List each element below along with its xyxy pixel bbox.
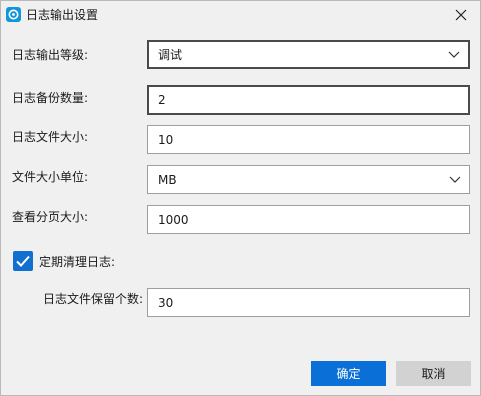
file-size-label: 日志文件大小:: [12, 130, 89, 144]
size-unit-label: 文件大小单位:: [12, 170, 89, 184]
page-size-value: 1000: [158, 212, 189, 227]
retention-count-label: 日志文件保留个数:: [43, 292, 144, 306]
backup-count-label: 日志备份数量:: [12, 91, 89, 105]
log-level-select[interactable]: 调试: [147, 40, 470, 69]
title-bar: 日志输出设置: [1, 1, 480, 29]
auto-clean-label: 定期清理日志:: [39, 255, 116, 269]
auto-clean-checkbox[interactable]: [13, 251, 33, 271]
checkmark-icon: [16, 255, 30, 267]
size-unit-value: MB: [158, 172, 177, 187]
chevron-down-icon: [449, 176, 461, 183]
page-size-input[interactable]: 1000: [147, 205, 470, 234]
page-size-label: 查看分页大小:: [12, 210, 89, 224]
close-icon: [455, 9, 467, 21]
log-level-label: 日志输出等级:: [12, 48, 89, 62]
retention-count-value: 30: [158, 295, 174, 310]
retention-count-input[interactable]: 30: [147, 288, 470, 317]
cancel-button[interactable]: 取消: [396, 361, 471, 386]
file-size-value: 10: [158, 132, 174, 147]
file-size-input[interactable]: 10: [147, 125, 470, 154]
chevron-down-icon: [448, 51, 460, 58]
log-level-value: 调试: [158, 47, 183, 62]
settings-dialog: 日志输出设置 日志输出等级: 调试 日志备份数量: 2 日志文件大小: 10 文…: [0, 0, 481, 396]
ok-button[interactable]: 确定: [311, 361, 386, 386]
size-unit-select[interactable]: MB: [147, 165, 470, 194]
close-button[interactable]: [450, 4, 472, 26]
backup-count-value: 2: [158, 93, 166, 107]
backup-count-input[interactable]: 2: [147, 85, 470, 115]
window-title: 日志输出设置: [26, 8, 99, 22]
app-icon: [6, 7, 21, 22]
